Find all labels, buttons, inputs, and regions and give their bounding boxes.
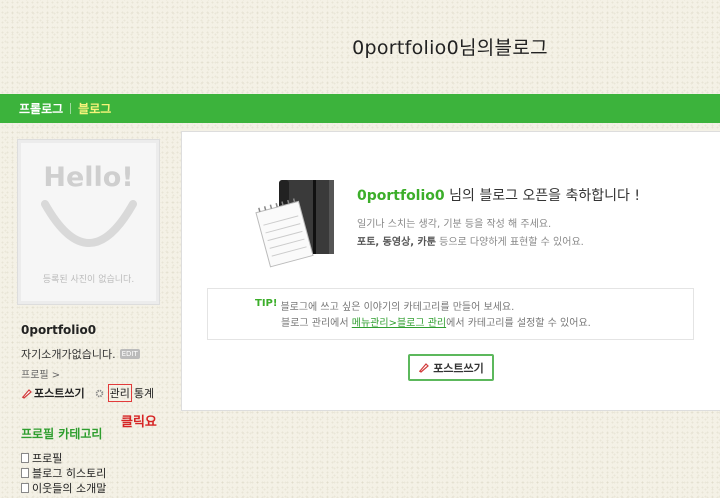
tab-prologue[interactable]: 프롤로그 bbox=[19, 100, 63, 117]
description-rest: 등으로 다양하게 표현할 수 있어요. bbox=[435, 237, 584, 248]
post-write-link[interactable]: 포스트쓰기 bbox=[21, 385, 85, 401]
tab-blog[interactable]: 블로그 bbox=[78, 100, 111, 117]
category-label: 이웃들의 소개말 bbox=[32, 481, 107, 495]
description-line-2: 포토, 동영상, 카툰 등으로 다양하게 표현할 수 있어요. bbox=[357, 233, 584, 248]
category-item[interactable]: 이웃들의 소개말 bbox=[21, 480, 106, 495]
intro-text: 자기소개가없습니다. bbox=[21, 348, 116, 361]
tip-text-post: 에서 카테고리를 설정할 수 있어요. bbox=[446, 318, 591, 329]
profile-photo: Hello! 등록된 사진이 없습니다. bbox=[17, 139, 160, 305]
pencil-icon bbox=[22, 388, 32, 399]
post-write-button[interactable]: 포스트쓰기 bbox=[408, 354, 494, 381]
nav-divider bbox=[70, 103, 72, 114]
post-write-button-label: 포스트쓰기 bbox=[433, 361, 484, 375]
navbar: 프롤로그 블로그 bbox=[0, 94, 720, 123]
document-icon bbox=[21, 482, 29, 493]
smile-icon bbox=[41, 200, 137, 247]
blog-title: 0portfolio0님의블로그 bbox=[352, 37, 548, 59]
post-write-label: 포스트쓰기 bbox=[34, 387, 85, 400]
description-line-1: 일기나 스치는 생각, 기분 등을 작성 해 주세요. bbox=[357, 219, 552, 230]
category-item[interactable]: 프로필 bbox=[21, 450, 106, 465]
click-annotation: 클릭요 bbox=[121, 415, 157, 430]
welcome-username: 0portfolio0 bbox=[357, 188, 445, 204]
category-label: 프로필 bbox=[32, 451, 63, 465]
category-title: 프로필 카테고리 bbox=[21, 427, 103, 441]
category-label: 블로그 히스토리 bbox=[32, 466, 107, 480]
notebook-icon bbox=[255, 180, 334, 268]
welcome-message: 0portfolio0 님의 블로그 오픈을 축하합니다 ! bbox=[357, 185, 640, 205]
media-types: 포토, 동영상, 카툰 bbox=[357, 237, 436, 248]
document-icon bbox=[21, 452, 29, 463]
tip-label: TIP! bbox=[255, 298, 278, 309]
tip-line-2: 블로그 관리에서 메뉴관리>블로그 관리에서 카테고리를 설정할 수 있어요. bbox=[281, 314, 591, 329]
edit-intro-button[interactable]: EDIT bbox=[119, 349, 140, 359]
profile-intro: 자기소개가없습니다. EDIT bbox=[21, 346, 140, 362]
welcome-text: 님의 블로그 오픈을 축하합니다 ! bbox=[444, 188, 640, 204]
no-photo-text: 등록된 사진이 없습니다. bbox=[42, 275, 135, 285]
category-list: 프로필 블로그 히스토리 이웃들의 소개말 bbox=[21, 450, 106, 495]
stats-link[interactable]: 통계 bbox=[134, 385, 154, 401]
profile-username: 0portfolio0 bbox=[21, 323, 97, 337]
pencil-icon bbox=[419, 363, 430, 373]
category-item[interactable]: 블로그 히스토리 bbox=[21, 465, 106, 480]
tip-text-pre: 블로그 관리에서 bbox=[281, 318, 352, 329]
document-icon bbox=[21, 467, 29, 478]
manage-label: 관리 bbox=[107, 384, 132, 402]
sidebar-actions: 포스트쓰기 관리 통계 bbox=[21, 384, 154, 402]
profile-link[interactable]: 프로필 > bbox=[21, 366, 60, 381]
tip-text: 블로그에 쓰고 싶은 이야기의 카테고리를 만들어 보세요. bbox=[280, 302, 515, 313]
manage-link[interactable]: 관리 bbox=[95, 384, 134, 402]
gear-icon bbox=[95, 389, 103, 397]
hello-text: Hello! bbox=[43, 162, 134, 193]
tip-line-1: TIP! 블로그에 쓰고 싶은 이야기의 카테고리를 만들어 보세요. bbox=[255, 298, 514, 313]
menu-manage-link[interactable]: 메뉴관리>블로그 관리 bbox=[352, 318, 446, 329]
